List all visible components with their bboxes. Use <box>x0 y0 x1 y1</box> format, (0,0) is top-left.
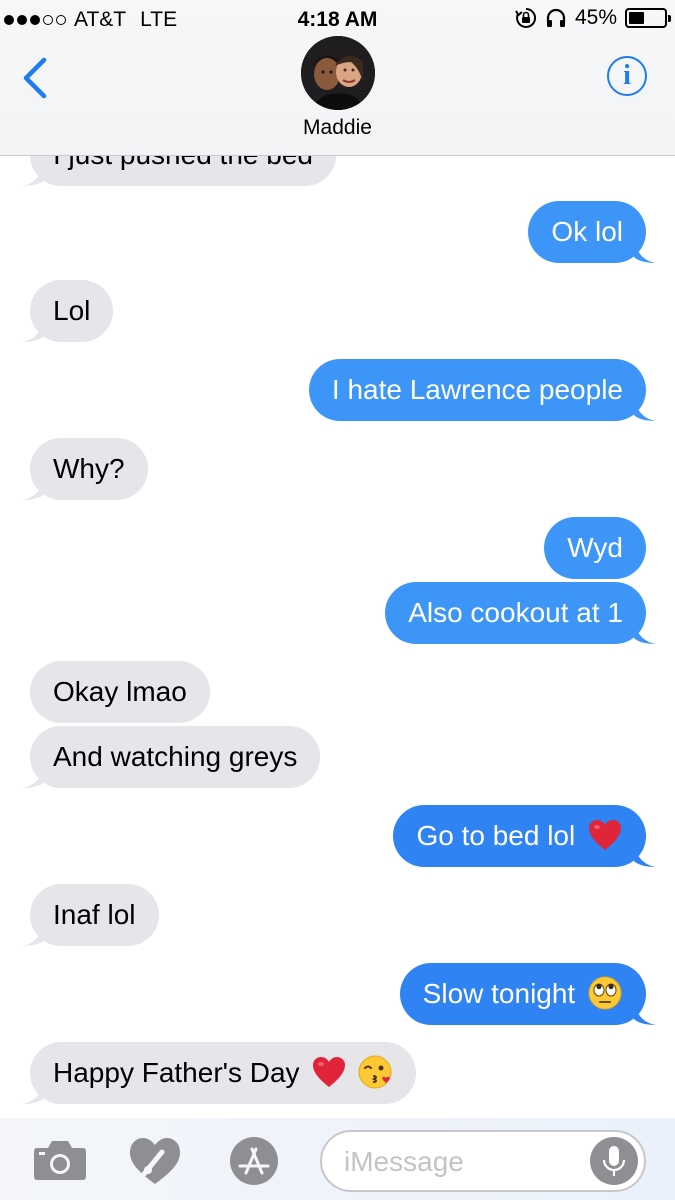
red-heart-emoji <box>313 1056 346 1087</box>
outgoing-message[interactable]: Slow tonight <box>399 963 656 1025</box>
incoming-message[interactable]: Happy Father's Day <box>22 1042 417 1104</box>
battery-icon <box>625 8 671 28</box>
incoming-message[interactable]: And watching greys <box>22 726 321 788</box>
outgoing-message[interactable]: Ok lol <box>528 201 656 263</box>
message-text: Happy Father's Day <box>53 1057 300 1088</box>
outgoing-message[interactable]: Go to bed lol <box>393 805 656 867</box>
message-text: Okay lmao <box>53 676 187 707</box>
avatar[interactable] <box>301 36 375 110</box>
battery-level <box>629 12 645 24</box>
message-text: I hate Lawrence people <box>331 374 623 405</box>
digital-touch-icon[interactable] <box>128 1136 182 1186</box>
kissing-face-emoji <box>358 1055 392 1089</box>
input-bar: iMessage <box>0 1118 675 1200</box>
info-icon[interactable]: i <box>607 56 647 96</box>
message-text: Wyd <box>567 532 623 563</box>
incoming-message[interactable]: Okay lmao <box>30 661 210 723</box>
battery-percent: 45% <box>574 6 617 29</box>
outgoing-message[interactable]: Wyd <box>544 517 646 579</box>
microphone-icon[interactable] <box>590 1137 638 1185</box>
eye-roll-emoji <box>588 976 622 1010</box>
chevron-left-icon[interactable] <box>18 56 52 100</box>
conversation-header: AT&T LTE 4:18 AM 45% Maddie i <box>0 0 675 156</box>
outgoing-message[interactable]: Also cookout at 1 <box>385 582 656 644</box>
message-text: Ok lol <box>551 216 623 247</box>
headphones-icon <box>546 8 566 27</box>
status-bar: AT&T LTE 4:18 AM 45% <box>0 0 675 38</box>
message-text: And watching greys <box>53 741 298 772</box>
message-text: Inaf lol <box>53 899 136 930</box>
app-store-icon[interactable] <box>223 1136 285 1186</box>
message-text: Lol <box>53 295 91 326</box>
camera-icon[interactable] <box>33 1136 87 1182</box>
message-thread[interactable]: I just pushed the bed Ok lol Lol I hate … <box>0 0 675 1200</box>
message-text: Go to bed lol <box>416 820 576 851</box>
orientation-lock-icon <box>515 7 537 28</box>
incoming-message[interactable]: Why? <box>22 438 148 500</box>
red-heart-emoji <box>589 819 621 850</box>
message-input[interactable]: iMessage <box>320 1130 646 1192</box>
status-right: 45% <box>515 6 671 30</box>
incoming-message[interactable]: Inaf lol <box>22 884 159 946</box>
message-text: Also cookout at 1 <box>408 597 623 628</box>
outgoing-message[interactable]: I hate Lawrence people <box>308 359 656 421</box>
message-text: Slow tonight <box>422 978 576 1009</box>
incoming-message[interactable]: Lol <box>22 280 114 342</box>
contact-name[interactable]: Maddie <box>0 116 675 140</box>
message-input-placeholder: iMessage <box>344 1146 464 1177</box>
message-text: Why? <box>53 453 125 484</box>
